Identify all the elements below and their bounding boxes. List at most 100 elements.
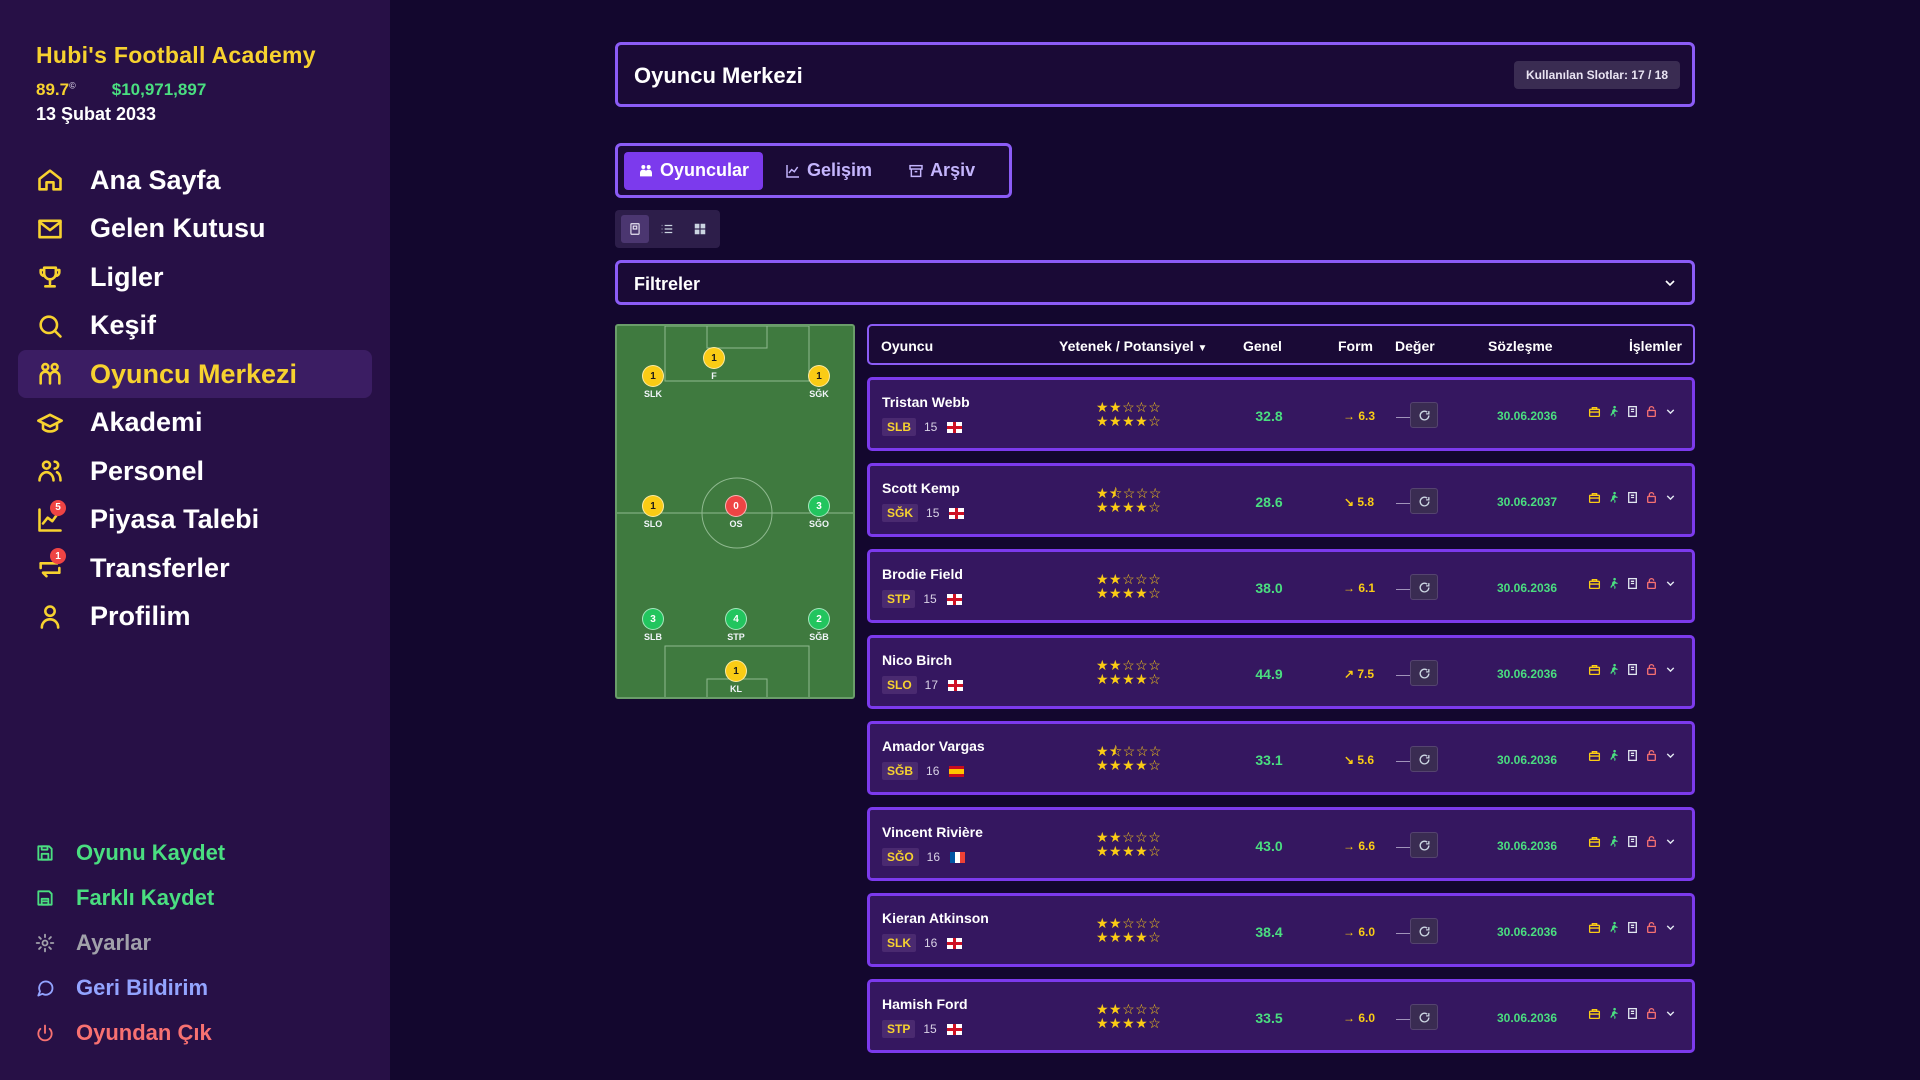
table-row[interactable]: Scott Kemp SĞK 15 ★⯪☆☆☆ ★★★★☆ 28.6 ↘ 5.8…	[867, 463, 1695, 537]
sidebar-item-personel[interactable]: Personel	[18, 447, 372, 495]
scout-value-button[interactable]	[1410, 746, 1438, 772]
sidebar-item-keşif[interactable]: Keşif	[18, 302, 372, 350]
training-bag-icon[interactable]	[1588, 749, 1601, 762]
column-player[interactable]: Oyuncu	[881, 338, 933, 354]
chevron-down-icon[interactable]	[1664, 1007, 1677, 1020]
sidebar-action-geri-bildirim[interactable]: Geri Bildirim	[34, 965, 364, 1010]
lock-icon[interactable]	[1645, 921, 1658, 934]
pitch-position[interactable]: 3 SĞO	[799, 495, 839, 529]
training-bag-icon[interactable]	[1588, 1007, 1601, 1020]
chevron-down-icon[interactable]	[1664, 663, 1677, 676]
report-icon[interactable]	[1626, 835, 1639, 848]
pitch-position[interactable]: 1 SLK	[633, 365, 673, 399]
table-row[interactable]: Tristan Webb SLB 15 ★★☆☆☆ ★★★★☆ 32.8 → 6…	[867, 377, 1695, 451]
player-name[interactable]: Tristan Webb	[882, 394, 970, 410]
sidebar-action-oyundan-çık[interactable]: Oyundan Çık	[34, 1010, 364, 1055]
train-player-icon[interactable]	[1607, 491, 1620, 504]
lock-icon[interactable]	[1645, 491, 1658, 504]
training-bag-icon[interactable]	[1588, 835, 1601, 848]
training-bag-icon[interactable]	[1588, 405, 1601, 418]
lock-icon[interactable]	[1645, 835, 1658, 848]
sidebar-action-farklı-kaydet[interactable]: Farklı Kaydet	[34, 875, 364, 920]
table-row[interactable]: Hamish Ford STP 15 ★★☆☆☆ ★★★★☆ 33.5 → 6.…	[867, 979, 1695, 1053]
scout-value-button[interactable]	[1410, 660, 1438, 686]
tab-development[interactable]: Gelişim	[771, 152, 886, 190]
sidebar-item-piyasa-talebi[interactable]: Piyasa Talebi 5	[18, 496, 372, 544]
lock-icon[interactable]	[1645, 1007, 1658, 1020]
sidebar-action-ayarlar[interactable]: Ayarlar	[34, 920, 364, 965]
pitch-position[interactable]: 1 SLO	[633, 495, 673, 529]
training-bag-icon[interactable]	[1588, 577, 1601, 590]
chevron-down-icon[interactable]	[1664, 749, 1677, 762]
scout-value-button[interactable]	[1410, 918, 1438, 944]
train-player-icon[interactable]	[1607, 405, 1620, 418]
chevron-down-icon[interactable]	[1664, 491, 1677, 504]
lock-icon[interactable]	[1645, 405, 1658, 418]
chevron-down-icon[interactable]	[1664, 405, 1677, 418]
table-row[interactable]: Vincent Rivière SĞO 16 ★★☆☆☆ ★★★★☆ 43.0 …	[867, 807, 1695, 881]
report-icon[interactable]	[1626, 491, 1639, 504]
train-player-icon[interactable]	[1607, 835, 1620, 848]
tab-players[interactable]: Oyuncular	[624, 151, 764, 190]
scout-value-button[interactable]	[1410, 574, 1438, 600]
train-player-icon[interactable]	[1607, 663, 1620, 676]
pitch-position[interactable]: 2 SĞB	[799, 608, 839, 642]
report-icon[interactable]	[1626, 749, 1639, 762]
sidebar-item-akademi[interactable]: Akademi	[18, 399, 372, 447]
column-overall[interactable]: Genel	[1243, 338, 1282, 354]
scout-value-button[interactable]	[1410, 488, 1438, 514]
sidebar-item-transferler[interactable]: Transferler 1	[18, 544, 372, 592]
chevron-down-icon[interactable]	[1664, 921, 1677, 934]
train-player-icon[interactable]	[1607, 577, 1620, 590]
tab-archive[interactable]: Arşiv	[894, 152, 989, 190]
report-icon[interactable]	[1626, 405, 1639, 418]
pitch-position[interactable]: 1 SĞK	[799, 365, 839, 399]
chevron-down-icon[interactable]	[1664, 577, 1677, 590]
player-name[interactable]: Vincent Rivière	[882, 824, 983, 840]
column-ability[interactable]: Yetenek / Potansiyel ▼	[1059, 338, 1207, 354]
report-icon[interactable]	[1626, 663, 1639, 676]
scout-value-button[interactable]	[1410, 402, 1438, 428]
sidebar-item-gelen-kutusu[interactable]: Gelen Kutusu	[18, 205, 372, 253]
view-card-button[interactable]	[621, 215, 650, 243]
train-player-icon[interactable]	[1607, 921, 1620, 934]
player-name[interactable]: Scott Kemp	[882, 480, 960, 496]
lock-icon[interactable]	[1645, 663, 1658, 676]
chevron-down-icon[interactable]	[1664, 835, 1677, 848]
column-contract[interactable]: Sözleşme	[1488, 338, 1553, 354]
lock-icon[interactable]	[1645, 749, 1658, 762]
player-name[interactable]: Amador Vargas	[882, 738, 985, 754]
view-list-button[interactable]	[653, 215, 681, 243]
table-row[interactable]: Kieran Atkinson SLK 16 ★★☆☆☆ ★★★★☆ 38.4 …	[867, 893, 1695, 967]
report-icon[interactable]	[1626, 577, 1639, 590]
pitch-position[interactable]: 0 OS	[716, 495, 756, 529]
player-name[interactable]: Nico Birch	[882, 652, 952, 668]
table-row[interactable]: Amador Vargas SĞB 16 ★⯪☆☆☆ ★★★★☆ 33.1 ↘ …	[867, 721, 1695, 795]
scout-value-button[interactable]	[1410, 1004, 1438, 1030]
sidebar-item-profilim[interactable]: Profilim	[18, 593, 372, 641]
pitch-position[interactable]: 4 STP	[716, 608, 756, 642]
training-bag-icon[interactable]	[1588, 663, 1601, 676]
report-icon[interactable]	[1626, 921, 1639, 934]
column-value[interactable]: Değer	[1395, 338, 1435, 354]
report-icon[interactable]	[1626, 1007, 1639, 1020]
training-bag-icon[interactable]	[1588, 491, 1601, 504]
column-form[interactable]: Form	[1338, 338, 1373, 354]
pitch-position[interactable]: 1 KL	[716, 660, 756, 694]
lock-icon[interactable]	[1645, 577, 1658, 590]
table-row[interactable]: Brodie Field STP 15 ★★☆☆☆ ★★★★☆ 38.0 → 6…	[867, 549, 1695, 623]
pitch-position[interactable]: 1 F	[694, 347, 734, 381]
train-player-icon[interactable]	[1607, 1007, 1620, 1020]
player-name[interactable]: Brodie Field	[882, 566, 963, 582]
train-player-icon[interactable]	[1607, 749, 1620, 762]
player-name[interactable]: Kieran Atkinson	[882, 910, 989, 926]
sidebar-item-oyuncu-merkezi[interactable]: Oyuncu Merkezi	[18, 350, 372, 398]
table-row[interactable]: Nico Birch SLO 17 ★★☆☆☆ ★★★★☆ 44.9 ↗ 7.5…	[867, 635, 1695, 709]
sidebar-item-ana-sayfa[interactable]: Ana Sayfa	[18, 156, 372, 204]
view-grid-button[interactable]	[686, 215, 714, 243]
training-bag-icon[interactable]	[1588, 921, 1601, 934]
player-name[interactable]: Hamish Ford	[882, 996, 968, 1012]
sidebar-item-ligler[interactable]: Ligler	[18, 253, 372, 301]
filters-panel[interactable]: Filtreler	[615, 260, 1695, 305]
sidebar-action-oyunu-kaydet[interactable]: Oyunu Kaydet	[34, 830, 364, 875]
